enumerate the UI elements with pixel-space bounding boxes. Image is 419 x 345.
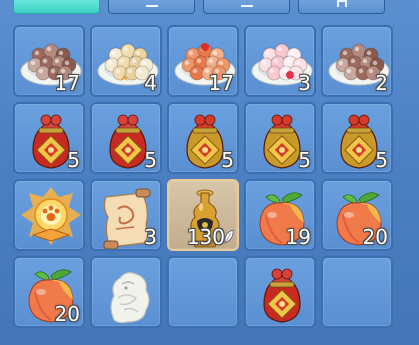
tab-1[interactable] (13, 0, 100, 14)
tab-2[interactable] (108, 0, 195, 14)
inventory-slot[interactable] (321, 256, 393, 328)
item-quantity: 20 (362, 225, 388, 249)
item-quantity: 17 (54, 71, 80, 95)
tab-strip (0, 0, 419, 16)
tab-3[interactable] (203, 0, 290, 14)
red-lucky-bag-icon (263, 268, 301, 323)
inventory-slot[interactable]: 4 (90, 25, 162, 97)
inventory-slot[interactable]: 5 (244, 102, 316, 174)
inventory-slot[interactable]: 20 (13, 256, 85, 328)
item-quantity: 4 (144, 71, 157, 95)
inventory-slot[interactable]: 2 (321, 25, 393, 97)
item-quantity: 3 (144, 225, 157, 249)
inventory-slot[interactable]: 20 (321, 179, 393, 251)
item-quantity: 5 (67, 148, 80, 172)
glowing-paw-orb-icon (21, 187, 81, 245)
dash-icon (240, 5, 253, 7)
inventory-panel: 17 4 17 3 2 5 5 5 5 5 3 130 19 20 20 (0, 0, 419, 345)
inventory-slot[interactable] (13, 179, 85, 251)
item-quantity: 2 (375, 71, 388, 95)
item-quantity: 20 (54, 302, 80, 326)
item-quantity: 5 (144, 148, 157, 172)
inventory-slot[interactable]: 5 (321, 102, 393, 174)
inventory-slot[interactable]: 130 (167, 179, 239, 251)
inventory-slot[interactable]: 5 (13, 102, 85, 174)
inventory-slot[interactable]: 17 (167, 25, 239, 97)
inventory-slot[interactable]: 3 (244, 25, 316, 97)
inventory-slot[interactable]: 19 (244, 179, 316, 251)
tab-4[interactable] (298, 0, 385, 14)
inventory-grid: 17 4 17 3 2 5 5 5 5 5 3 130 19 20 20 (13, 25, 419, 345)
inventory-slot[interactable] (244, 256, 316, 328)
item-quantity: 17 (208, 71, 234, 95)
inventory-slot[interactable] (90, 256, 162, 328)
box-icon (336, 0, 347, 7)
inventory-slot[interactable]: 3 (90, 179, 162, 251)
inventory-slot[interactable] (167, 256, 239, 328)
item-quantity: 3 (298, 71, 311, 95)
jade-beast-statue-icon (110, 272, 150, 324)
dash-icon (145, 5, 158, 7)
item-quantity: 5 (375, 148, 388, 172)
item-quantity: 5 (221, 148, 234, 172)
item-quantity: 130 (186, 225, 225, 249)
inventory-slot[interactable]: 17 (13, 25, 85, 97)
inventory-slot[interactable]: 5 (167, 102, 239, 174)
leaf-icon (224, 229, 234, 244)
inventory-slot[interactable]: 5 (90, 102, 162, 174)
item-quantity: 19 (285, 225, 311, 249)
item-quantity: 5 (298, 148, 311, 172)
